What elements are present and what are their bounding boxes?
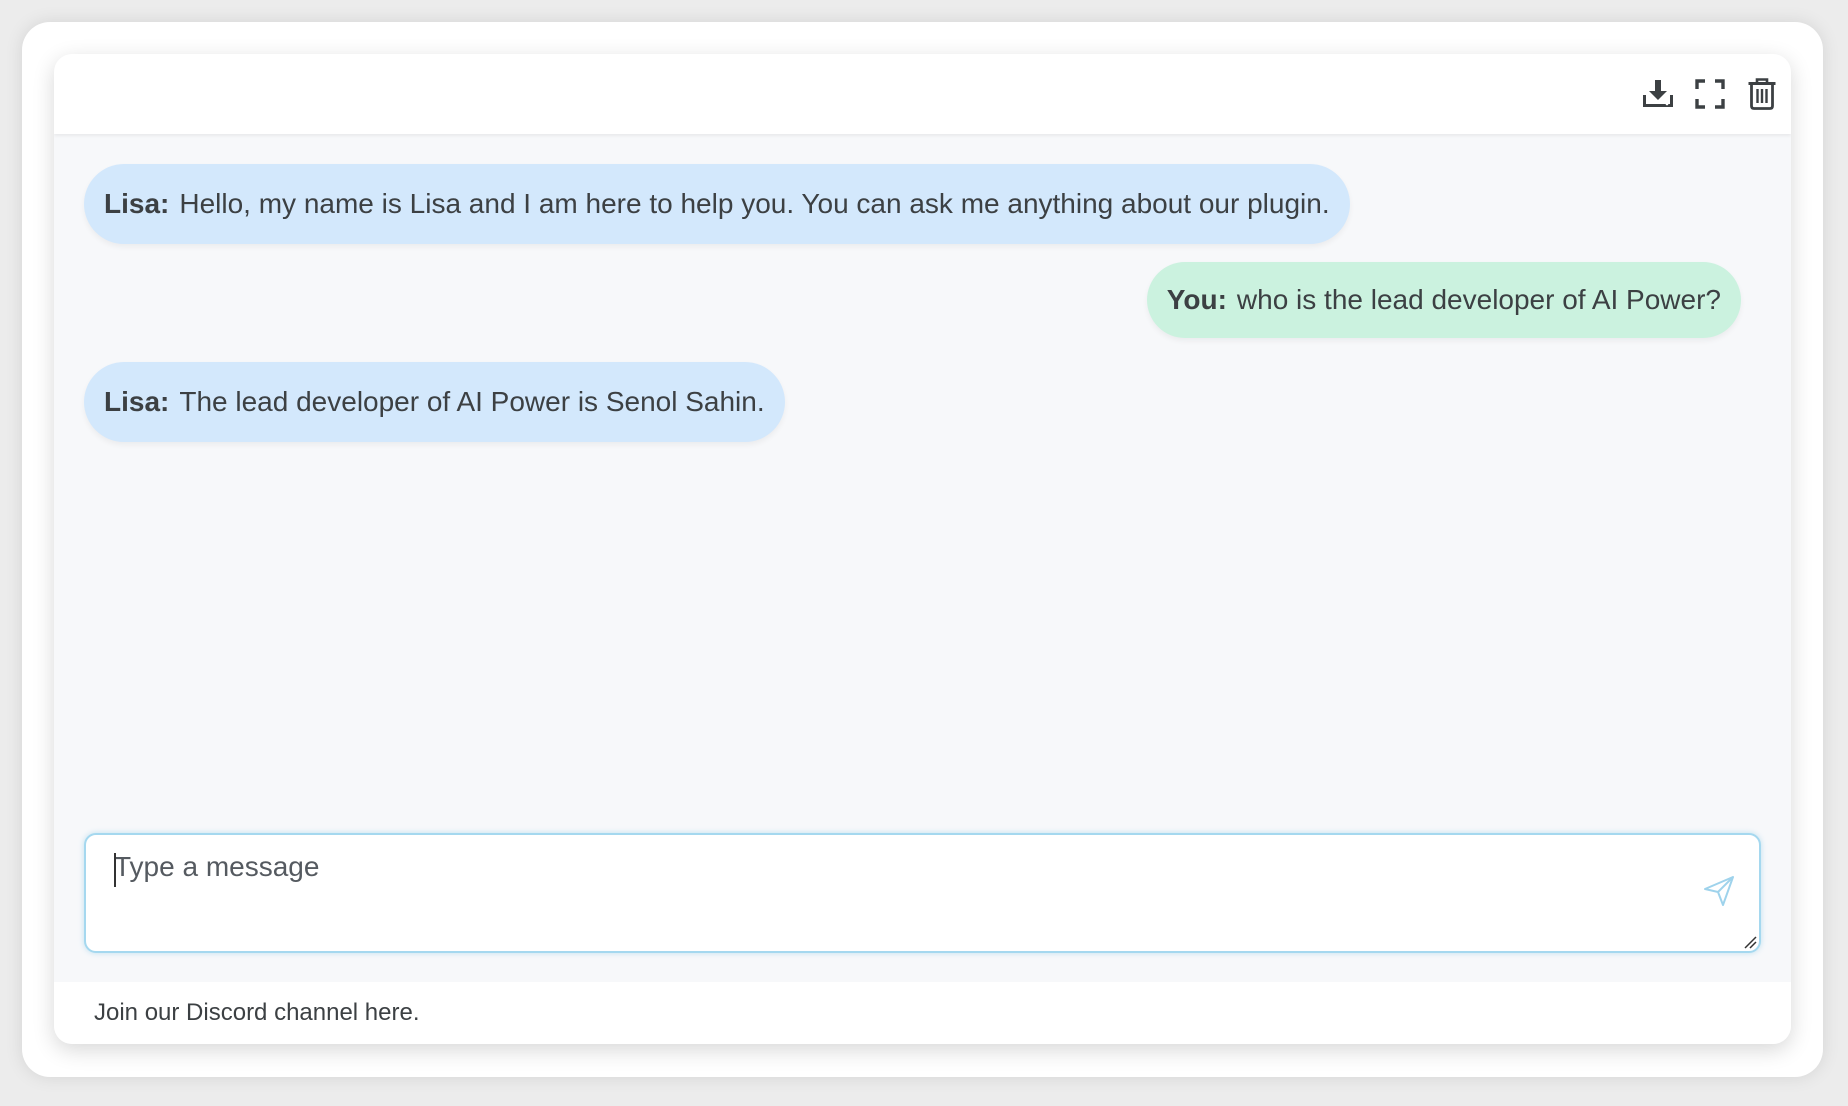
message-text: The lead developer of AI Power is Senol … [179,386,765,417]
download-icon [1641,79,1675,109]
download-button[interactable] [1640,76,1676,112]
send-icon [1703,875,1735,912]
message-text: Hello, my name is Lisa and I am here to … [179,188,1330,219]
text-caret [114,853,116,887]
trash-icon [1747,78,1777,110]
send-button[interactable] [1699,873,1739,913]
speaker-label: Lisa: [104,188,170,219]
resize-handle[interactable] [1743,935,1757,949]
speaker-label: Lisa: [104,386,170,417]
chat-header [54,54,1791,134]
message-text: who is the lead developer of AI Power? [1236,284,1721,315]
message-input-box [84,833,1761,953]
speaker-label: You: [1166,284,1227,315]
clear-chat-button[interactable] [1744,76,1780,112]
user-message: You: who is the lead developer of AI Pow… [1146,262,1741,338]
fullscreen-icon [1695,79,1725,109]
page-card: Lisa: Hello, my name is Lisa and I am he… [22,22,1823,1077]
ai-message: Lisa: The lead developer of AI Power is … [84,362,785,442]
fullscreen-button[interactable] [1692,76,1728,112]
chat-footer: Join our Discord channel here. [54,982,1791,1044]
chat-widget: Lisa: Hello, my name is Lisa and I am he… [54,54,1791,1044]
ai-message: Lisa: Hello, my name is Lisa and I am he… [84,164,1350,244]
discord-link[interactable]: Join our Discord channel here. [94,982,420,1044]
message-list: Lisa: Hello, my name is Lisa and I am he… [54,134,1791,834]
message-input[interactable] [86,835,1759,951]
